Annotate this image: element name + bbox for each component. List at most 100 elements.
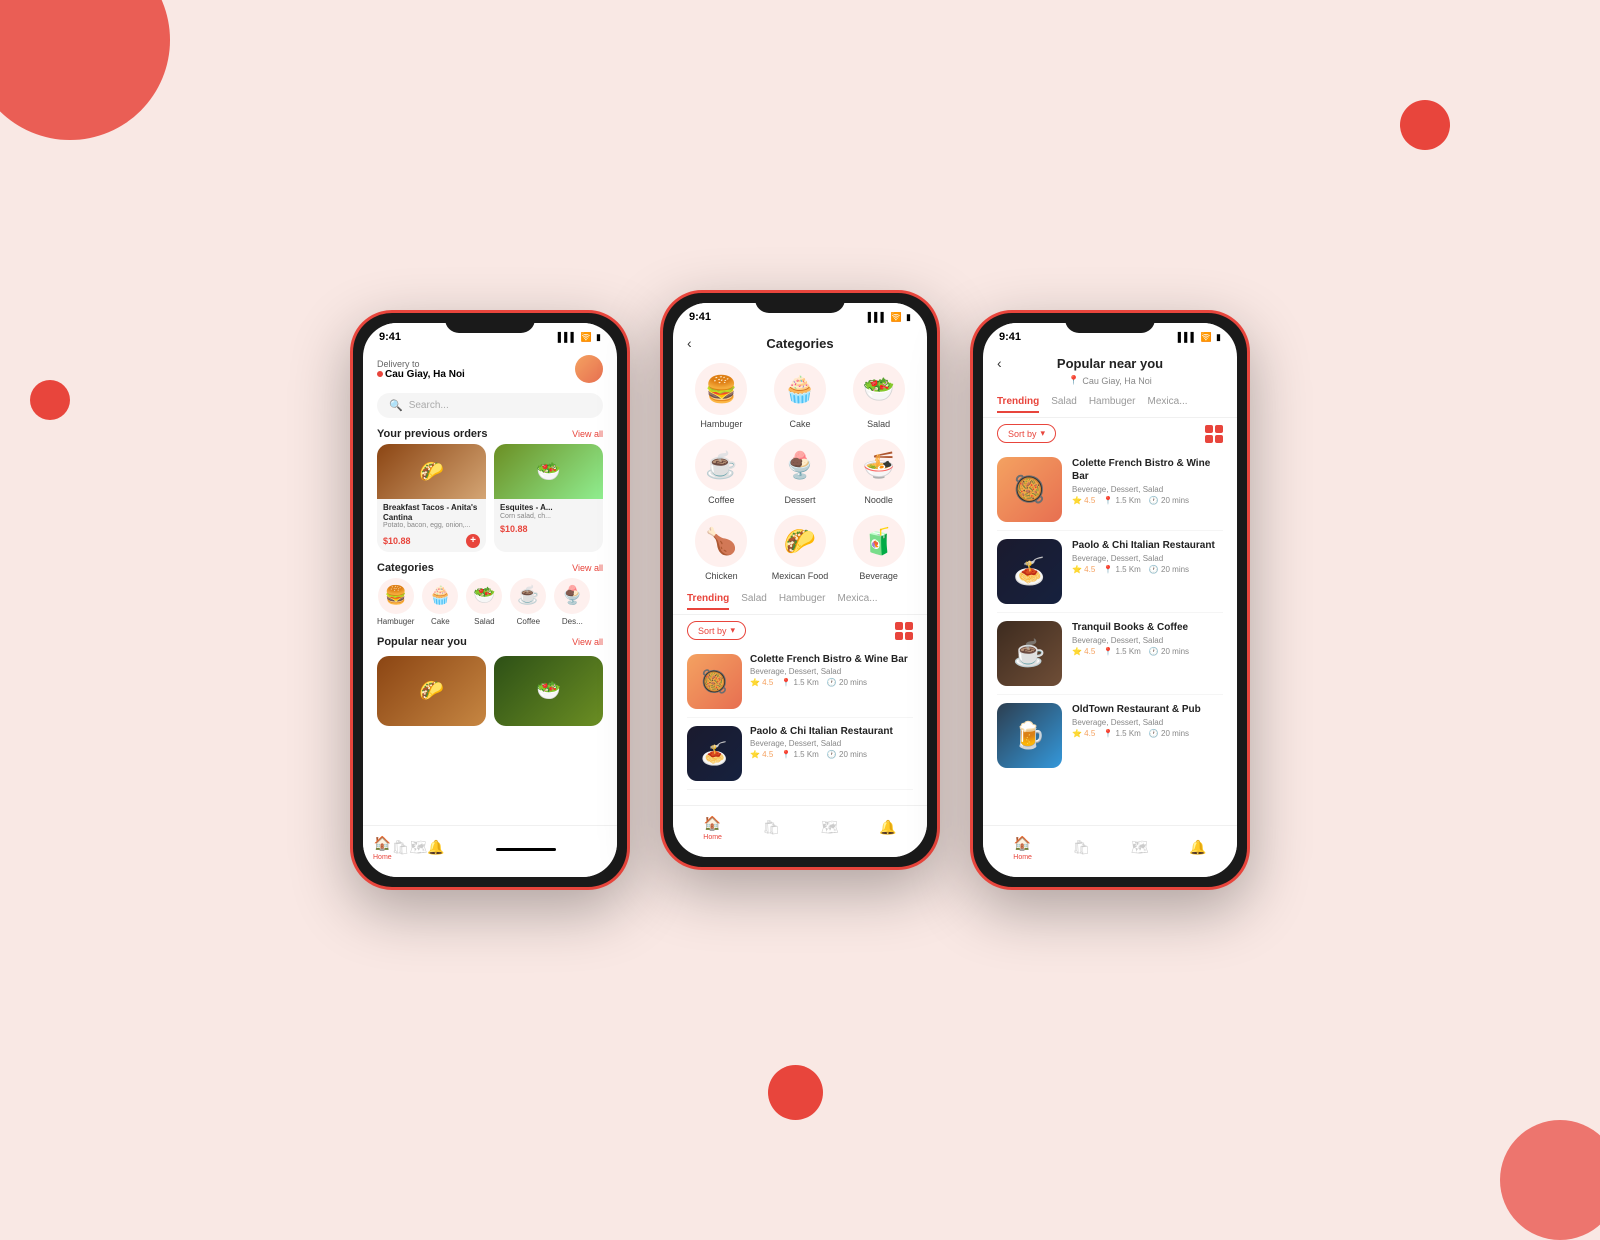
cat-item-coffee[interactable]: ☕ Coffee (510, 578, 546, 626)
bg-decoration-bottom-center (768, 1065, 823, 1120)
cat-grid-beverage[interactable]: 🧃 Beverage (844, 515, 913, 581)
nav-home-3[interactable]: 🏠 Home (1013, 835, 1032, 861)
tab-trending-2[interactable]: Trending (687, 593, 729, 610)
pop-rest-dist-oldtown: 📍 1.5 Km (1103, 729, 1141, 738)
pop-rest-card-paolo[interactable]: 🍝 Paolo & Chi Italian Restaurant Beverag… (997, 531, 1223, 613)
bg-decoration-bottom-right (1500, 1120, 1600, 1240)
home-nav-icon-3: 🏠 (1014, 835, 1031, 852)
cat-grid-icon-hamburger: 🍔 (695, 363, 747, 415)
sort-by-button-2[interactable]: Sort by ▾ (687, 621, 746, 640)
nav-bell-2[interactable]: 🔔 (879, 819, 896, 836)
tab-salad-3[interactable]: Salad (1051, 396, 1077, 413)
cat-grid-cake[interactable]: 🧁 Cake (766, 363, 835, 429)
notch-2 (755, 293, 845, 313)
nav-bell-3[interactable]: 🔔 (1189, 839, 1206, 856)
add-to-cart-btn-1[interactable]: + (466, 534, 480, 548)
nav-home-2[interactable]: 🏠 Home (703, 815, 722, 841)
nav-map-2[interactable]: 🗺 (821, 819, 839, 836)
popular-title: Popular near you (377, 636, 467, 648)
status-time-3: 9:41 (999, 331, 1021, 343)
back-button-3[interactable]: ‹ (997, 355, 1002, 371)
nav-shop-2[interactable]: 🛍 (763, 819, 781, 836)
nav-shop-1[interactable]: 🛍 (392, 839, 410, 856)
cat-item-hamburger[interactable]: 🍔 Hambuger (377, 578, 414, 626)
rest-tags-paolo-2: Beverage, Dessert, Salad (750, 739, 913, 748)
search-placeholder-1: Search... (409, 400, 449, 411)
pop-rest-name-paolo: Paolo & Chi Italian Restaurant (1072, 539, 1223, 552)
restaurant-card-colette-2[interactable]: 🥘 Colette French Bistro & Wine Bar Bever… (687, 646, 913, 718)
user-avatar[interactable] (575, 355, 603, 383)
pop-rest-meta-oldtown: ⭐ 4.5 📍 1.5 Km 🕐 20 mins (1072, 729, 1223, 738)
popular-card-1[interactable]: 🌮 (377, 656, 486, 726)
back-button-2[interactable]: ‹ (687, 335, 692, 351)
popular-view-all[interactable]: View all (572, 637, 603, 647)
tab-trending-3[interactable]: Trending (997, 396, 1039, 413)
notch-3 (1065, 313, 1155, 333)
grid-view-icon-3[interactable] (1205, 425, 1223, 443)
cat-grid-label-mexican: Mexican Food (772, 571, 829, 581)
rest-rating-paolo-2: ⭐ 4.5 (750, 750, 773, 759)
cat-icon-cake: 🧁 (422, 578, 458, 614)
battery-icon-1: ▮ (596, 332, 601, 343)
order-info-1: Breakfast Tacos - Anita's Cantina Potato… (377, 499, 486, 552)
cat-grid-icon-dessert: 🍨 (774, 439, 826, 491)
cat-grid-salad[interactable]: 🥗 Salad (844, 363, 913, 429)
notch-1 (445, 313, 535, 333)
status-icons-3: ▌▌▌ 🛜 ▮ (1178, 332, 1221, 343)
nav-bell-1[interactable]: 🔔 (427, 839, 444, 856)
location-pin-icon-3: 📍 (1068, 375, 1079, 386)
pop-rest-info-colette: Colette French Bistro & Wine Bar Beverag… (1072, 457, 1223, 522)
nav-map-1[interactable]: 🗺 (409, 839, 427, 856)
grid-view-icon-2[interactable] (895, 622, 913, 640)
cat-grid-hamburger[interactable]: 🍔 Hambuger (687, 363, 756, 429)
cat-grid-icon-chicken: 🍗 (695, 515, 747, 567)
pop-rest-info-oldtown: OldTown Restaurant & Pub Beverage, Desse… (1072, 703, 1223, 768)
order-card-2[interactable]: 🥗 Esquites - A... Corn salad, ch... $10.… (494, 444, 603, 552)
order-card-1[interactable]: 🌮 Breakfast Tacos - Anita's Cantina Pota… (377, 444, 486, 552)
cat-item-cake[interactable]: 🧁 Cake (422, 578, 458, 626)
cat-grid-mexican[interactable]: 🌮 Mexican Food (766, 515, 835, 581)
cat-item-salad[interactable]: 🥗 Salad (466, 578, 502, 626)
cat-grid-noodle[interactable]: 🍜 Noodle (844, 439, 913, 505)
pop-rest-dist-colette: 📍 1.5 Km (1103, 496, 1141, 505)
popular-tabs: Trending Salad Hambuger Mexica... (983, 392, 1237, 418)
nav-home-1[interactable]: 🏠 Home (373, 835, 392, 861)
tab-hamburger-2[interactable]: Hambuger (779, 593, 826, 610)
pop-rest-tags-tranquil: Beverage, Dessert, Salad (1072, 636, 1223, 645)
pop-rest-card-tranquil[interactable]: ☕ Tranquil Books & Coffee Beverage, Dess… (997, 613, 1223, 695)
rest-name-paolo-2: Paolo & Chi Italian Restaurant (750, 726, 913, 737)
map-nav-icon-3: 🗺 (1131, 839, 1149, 856)
pop-rest-card-colette[interactable]: 🥘 Colette French Bistro & Wine Bar Bever… (997, 449, 1223, 531)
restaurant-card-paolo-2[interactable]: 🍝 Paolo & Chi Italian Restaurant Beverag… (687, 718, 913, 790)
pop-rest-card-oldtown[interactable]: 🍺 OldTown Restaurant & Pub Beverage, Des… (997, 695, 1223, 769)
sort-by-button-3[interactable]: Sort by ▾ (997, 424, 1056, 443)
cat-grid-chicken[interactable]: 🍗 Chicken (687, 515, 756, 581)
categories-view-all[interactable]: View all (572, 563, 603, 573)
tab-mexican-2[interactable]: Mexica... (838, 593, 878, 610)
pop-rest-tags-paolo: Beverage, Dessert, Salad (1072, 554, 1223, 563)
cat-grid-label-dessert: Dessert (784, 495, 815, 505)
cat-grid-coffee[interactable]: ☕ Coffee (687, 439, 756, 505)
cat-icon-salad: 🥗 (466, 578, 502, 614)
popular-card-2[interactable]: 🥗 (494, 656, 603, 726)
tab-salad-2[interactable]: Salad (741, 593, 767, 610)
search-bar-1[interactable]: 🔍 Search... (377, 393, 603, 418)
delivery-info: Delivery to Cau Giay, Ha Noi (377, 359, 465, 380)
pop-rest-img-oldtown: 🍺 (997, 703, 1062, 768)
order-info-2: Esquites - A... Corn salad, ch... $10.88 (494, 499, 603, 538)
popular-screen-title: Popular near you (1057, 356, 1163, 371)
tab-hamburger-3[interactable]: Hambuger (1089, 396, 1136, 413)
cat-item-dessert[interactable]: 🍨 Des... (554, 578, 590, 626)
wifi-icon-1: 🛜 (581, 332, 592, 343)
nav-map-3[interactable]: 🗺 (1131, 839, 1149, 856)
tab-mexican-3[interactable]: Mexica... (1148, 396, 1188, 413)
cat-grid-icon-beverage: 🧃 (853, 515, 905, 567)
cat-grid-dessert[interactable]: 🍨 Dessert (766, 439, 835, 505)
categories-screen-content: ‹ Categories 🍔 Hambuger 🧁 Cake 🥗 (673, 327, 927, 853)
bg-decoration-middle-left (30, 380, 70, 420)
cat-grid-label-coffee: Coffee (708, 495, 734, 505)
nav-shop-3[interactable]: 🛍 (1073, 839, 1091, 856)
order-desc-2: Corn salad, ch... (500, 513, 597, 521)
prev-orders-view-all[interactable]: View all (572, 429, 603, 439)
pop-rest-rating-oldtown: ⭐ 4.5 (1072, 729, 1095, 738)
